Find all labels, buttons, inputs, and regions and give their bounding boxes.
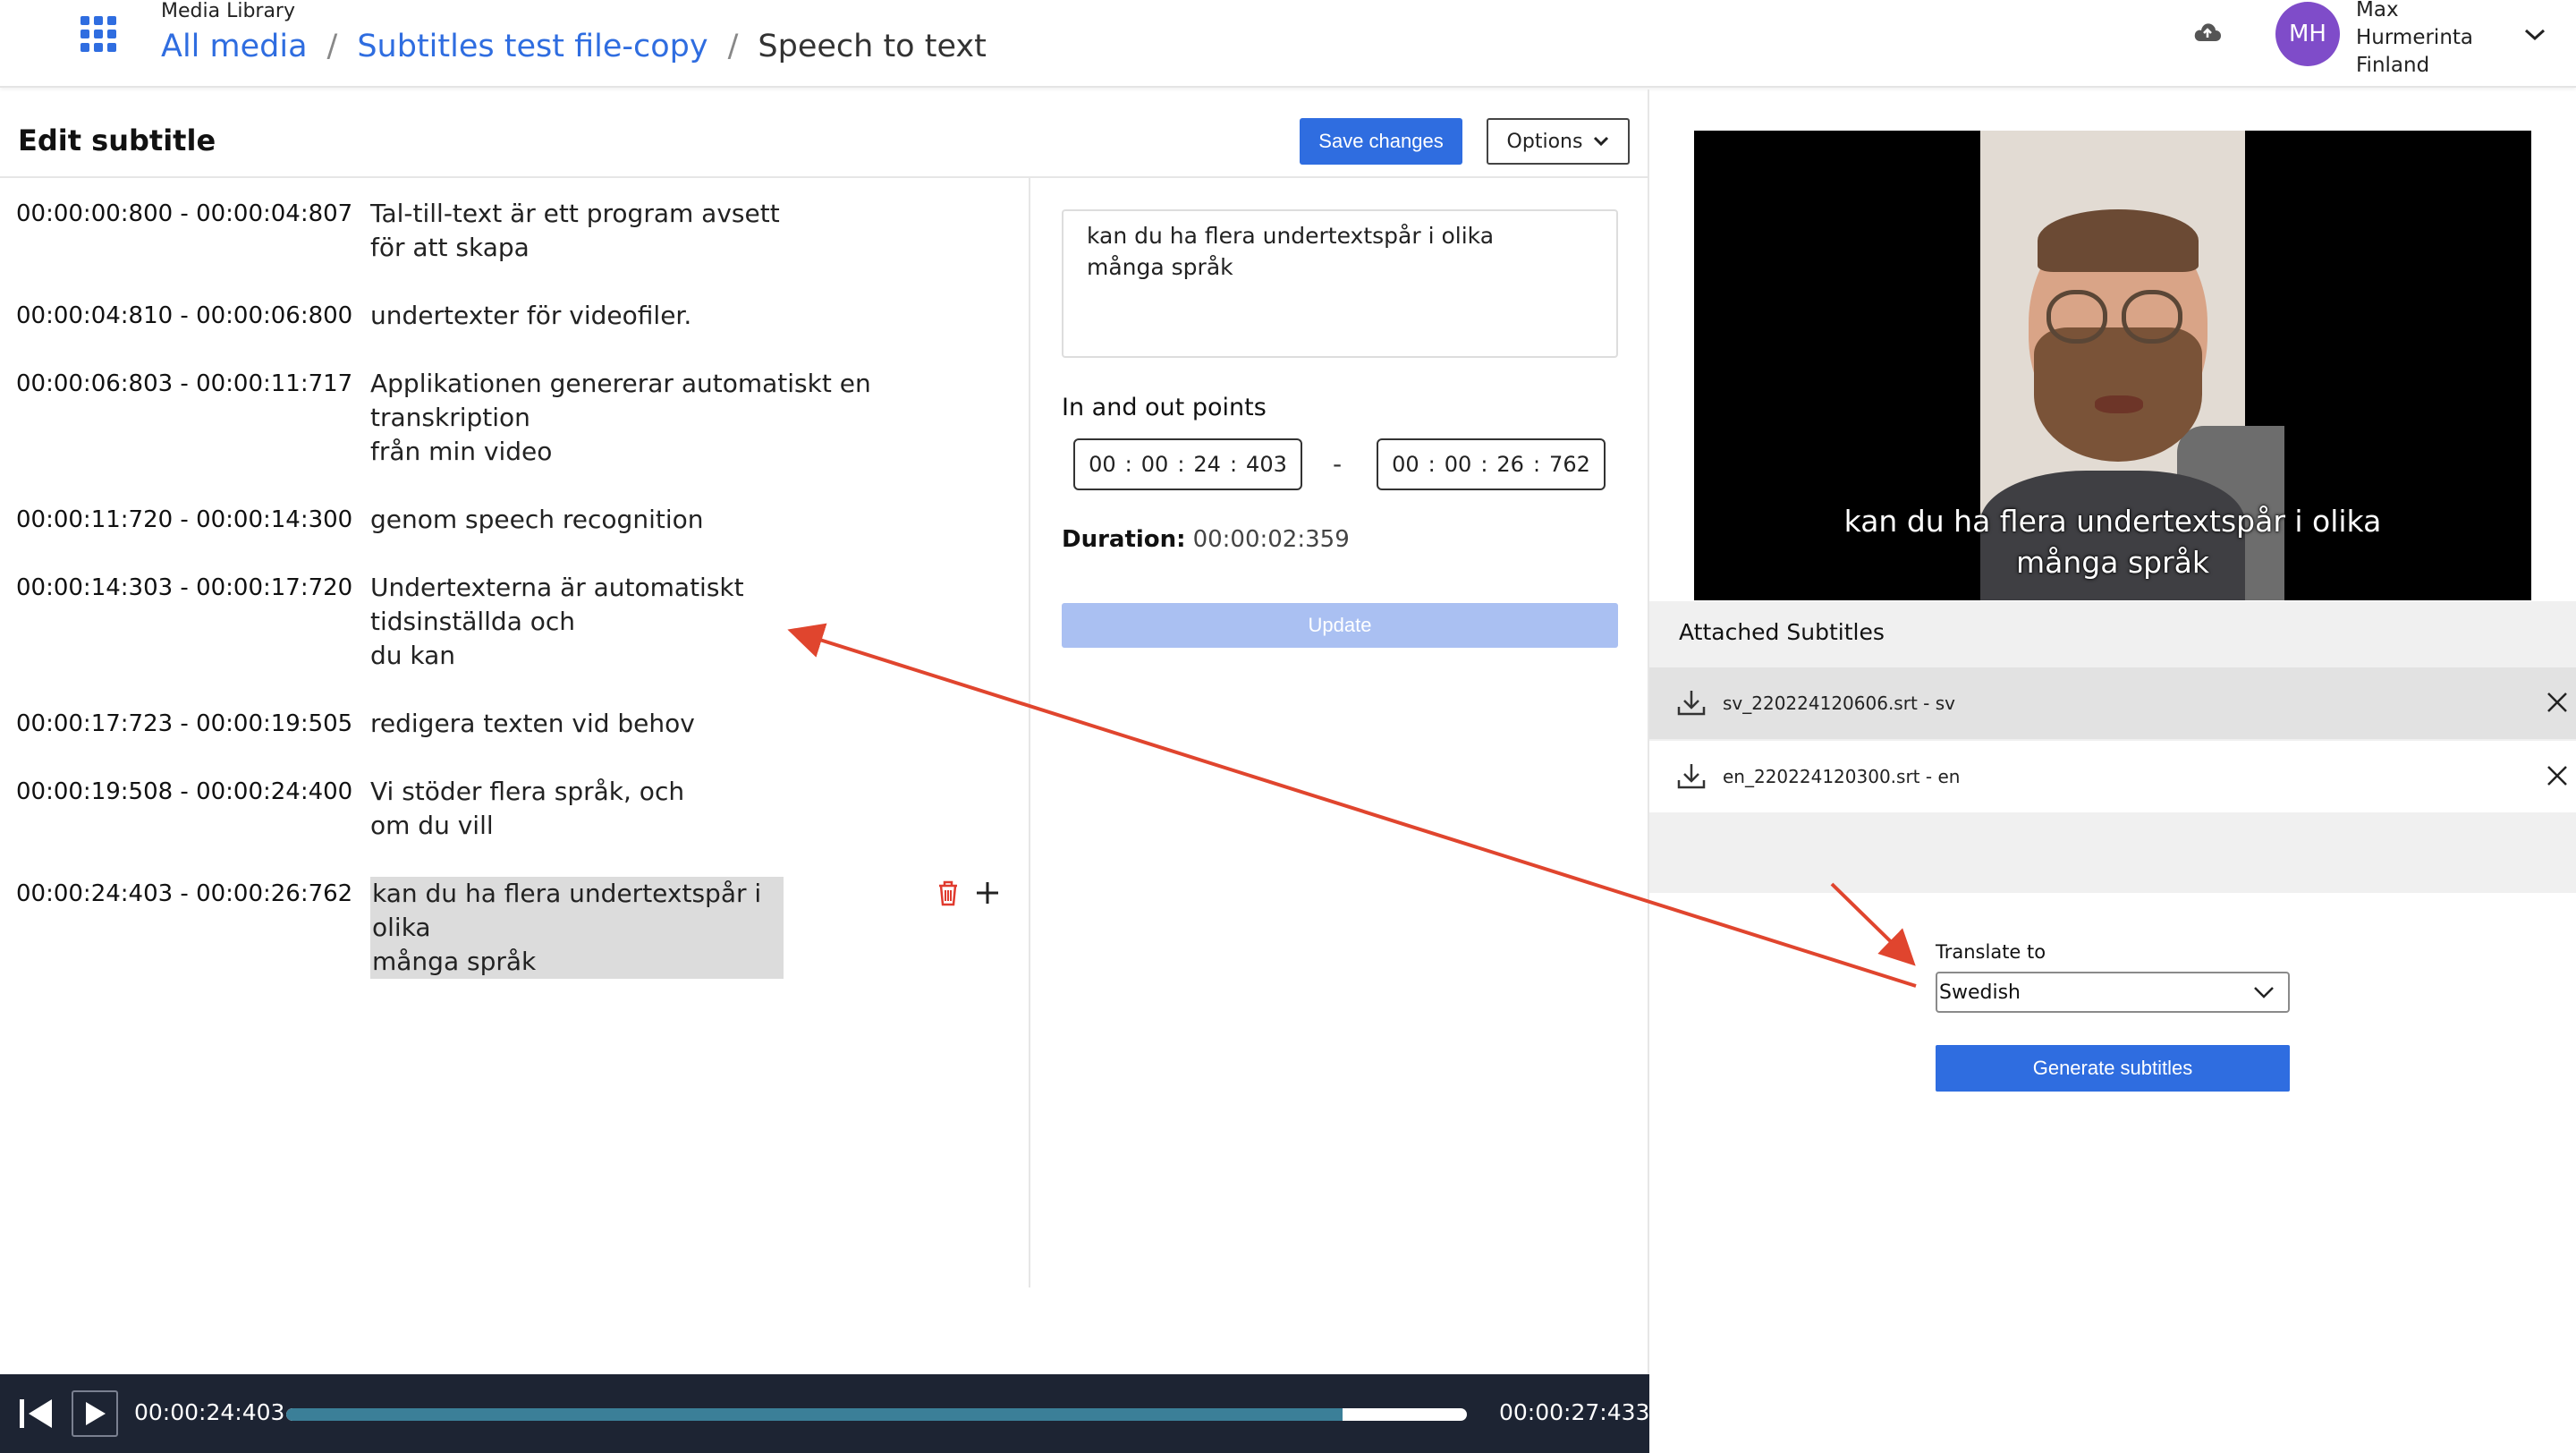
attached-subtitle-item[interactable]: en_220224120300.srt - en [1649,741,2576,812]
subtitle-text[interactable]: Undertexterna är automatiskt tidsinställ… [370,571,871,673]
subtitle-time: 00:00:19:508 - 00:00:24:400 [16,778,353,805]
trash-icon[interactable] [936,879,961,907]
chevron-down-icon[interactable] [2522,25,2547,43]
breadcrumb: All media / Subtitles test file-copy / S… [161,29,987,64]
out-point-timecode[interactable]: 00: 00: 26: 762 [1377,438,1606,490]
attached-subtitle-name: sv_220224120606.srt - sv [1723,693,1955,714]
user-country: Finland [2356,54,2430,77]
chevron-down-icon [1594,136,1609,147]
top-header: Media Library All media / Subtitles test… [0,0,2576,88]
duration-value: 00:00:02:359 [1192,526,1350,553]
in-seconds[interactable]: 24 [1193,452,1221,477]
breadcrumb-media-file[interactable]: Subtitles test file-copy [357,29,708,64]
annotation-arrow [1830,882,1916,966]
subtitle-text[interactable]: Tal-till-text är ett program avsett för … [370,197,871,265]
in-point-timecode[interactable]: 00: 00: 24: 403 [1073,438,1302,490]
user-info[interactable]: Max Hurmerinta Finland [2356,0,2473,80]
app-name: Media Library [161,0,295,22]
in-out-points-label: In and out points [1062,394,1267,421]
attached-subtitles-title: Attached Subtitles [1679,619,1885,645]
subtitle-time: 00:00:17:723 - 00:00:19:505 [16,710,353,737]
subtitle-time: 00:00:06:803 - 00:00:11:717 [16,370,353,397]
subtitle-time: 00:00:00:800 - 00:00:04:807 [16,200,353,227]
out-hours[interactable]: 00 [1392,452,1419,477]
video-caption: kan du ha flera undertextspår i olika må… [1843,504,2382,580]
progress-fill [286,1408,1343,1421]
page-title: Edit subtitle [18,123,216,157]
update-button[interactable]: Update [1062,603,1618,648]
plus-icon[interactable] [973,877,1002,909]
subtitle-text[interactable]: kan du ha flera undertextspår i olika må… [370,877,784,979]
subtitle-time: 00:00:14:303 - 00:00:17:720 [16,574,353,601]
video-player[interactable]: kan du ha flera undertextspår i olika må… [1694,131,2531,600]
skip-back-icon[interactable] [18,1396,55,1432]
duration: Duration: 00:00:02:359 [1062,526,1350,553]
translate-selected-value: Swedish [1939,981,2021,1004]
options-label: Options [1506,130,1583,153]
cloud-upload-icon[interactable] [2193,20,2222,45]
avatar[interactable]: MH [2275,2,2340,66]
user-last-name: Hurmerinta [2356,26,2474,49]
download-icon[interactable] [1676,760,1707,791]
timecode-dash: - [1333,449,1343,479]
in-minutes[interactable]: 00 [1141,452,1169,477]
subtitle-text[interactable]: Applikationen genererar automatiskt en t… [370,367,871,469]
play-icon [86,1402,106,1425]
subtitle-text-editor[interactable]: kan du ha flera undertextspår i olika må… [1062,209,1618,358]
breadcrumb-separator: / [326,29,338,64]
breadcrumb-all-media[interactable]: All media [161,29,308,64]
user-first-name: Max [2356,0,2399,21]
total-time: 00:00:27:433 [1499,1399,1650,1425]
translate-language-select[interactable]: Swedish [1936,972,2290,1013]
apps-grid-icon[interactable] [80,16,116,52]
translate-to-label: Translate to [1936,941,2046,963]
out-minutes[interactable]: 00 [1445,452,1472,477]
save-changes-button[interactable]: Save changes [1300,118,1462,165]
out-milliseconds[interactable]: 762 [1549,452,1590,477]
chevron-down-icon [2254,987,2274,998]
current-time: 00:00:24:403 [134,1399,285,1425]
media-controls: 00:00:24:403 00:00:27:433 [0,1374,1649,1453]
subtitle-text[interactable]: redigera texten vid behov [370,707,871,741]
subtitle-time: 00:00:04:810 - 00:00:06:800 [16,302,353,329]
attached-subtitle-item[interactable]: sv_220224120606.srt - sv [1649,667,2576,739]
divider [0,176,1648,178]
subtitle-time: 00:00:11:720 - 00:00:14:300 [16,506,353,533]
download-icon[interactable] [1676,687,1707,718]
options-dropdown[interactable]: Options [1487,118,1630,165]
play-button[interactable] [72,1390,118,1437]
divider [1029,178,1030,1287]
duration-label: Duration: [1062,526,1186,553]
subtitle-time: 00:00:24:403 - 00:00:26:762 [16,880,353,907]
attached-subtitle-name: en_220224120300.srt - en [1723,766,1961,787]
subtitle-text[interactable]: undertexter för videofiler. [370,299,871,333]
out-seconds[interactable]: 26 [1496,452,1524,477]
progress-bar[interactable] [286,1408,1467,1421]
in-hours[interactable]: 00 [1089,452,1116,477]
subtitle-text[interactable]: Vi stöder flera språk, och om du vill [370,775,871,843]
close-icon[interactable] [2546,764,2569,787]
breadcrumb-current: Speech to text [758,29,987,64]
close-icon[interactable] [2546,691,2569,714]
subtitle-text[interactable]: genom speech recognition [370,503,871,537]
breadcrumb-separator: / [727,29,739,64]
in-milliseconds[interactable]: 403 [1246,452,1287,477]
generate-subtitles-button[interactable]: Generate subtitles [1936,1045,2290,1092]
